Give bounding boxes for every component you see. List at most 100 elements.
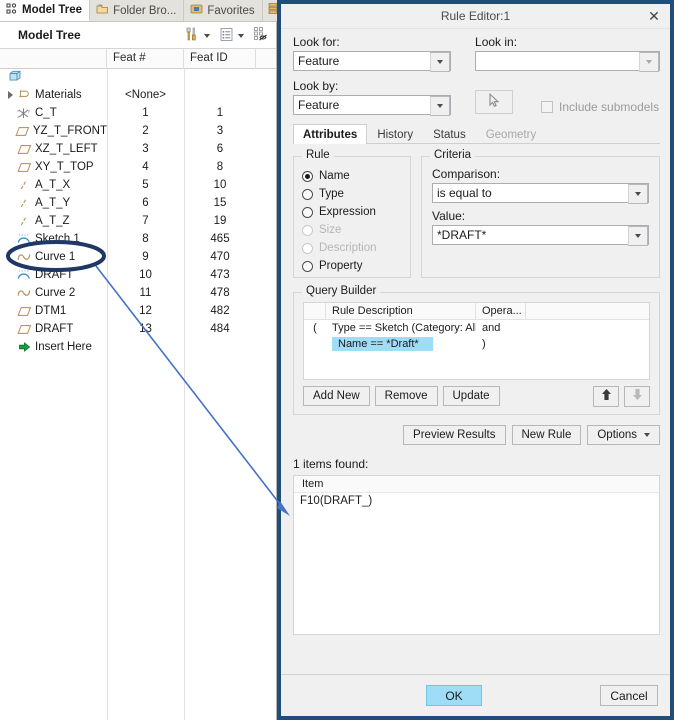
look-for-dropdown-button[interactable]	[430, 52, 451, 72]
model-tree-row-name[interactable]: XZ_T_LEFT	[0, 143, 107, 155]
model-tree-row[interactable]: DRAFT 13 484	[0, 320, 276, 338]
folder-browser-icon	[96, 3, 109, 18]
tab-model-tree[interactable]: Model Tree	[0, 0, 91, 21]
model-tree-row-name[interactable]: Sketch 1	[0, 233, 107, 245]
tab-attributes[interactable]: Attributes	[293, 124, 368, 144]
dialog-titlebar[interactable]: Rule Editor:1 ✕	[281, 4, 670, 29]
look-for-combo[interactable]: Feature	[293, 51, 452, 72]
look-in-combo[interactable]	[475, 51, 660, 72]
include-submodels-checkbox[interactable]	[541, 101, 554, 113]
results-row[interactable]: F10(DRAFT_)	[294, 493, 659, 507]
query-builder-row[interactable]: (Type == Sketch (Category: All) and	[304, 320, 649, 336]
model-tree-row-name[interactable]: DRAFT	[0, 269, 107, 281]
move-down-button[interactable]	[624, 385, 650, 407]
model-tree-row-name[interactable]: Materials	[0, 89, 107, 102]
model-tree-row-name[interactable]: Insert Here	[0, 341, 107, 353]
tab-status[interactable]: Status	[423, 124, 476, 144]
pick-selection-button[interactable]	[475, 90, 514, 114]
query-builder-table[interactable]: Rule Description Opera... (Type == Sketc…	[303, 302, 650, 380]
model-tree-row[interactable]: YZ_T_FRONT 2 3	[0, 122, 276, 140]
model-root-node[interactable]	[0, 69, 276, 86]
chevron-down-icon	[646, 60, 652, 64]
preview-results-button[interactable]: Preview Results	[403, 425, 506, 445]
look-in-dropdown-button[interactable]	[639, 52, 659, 72]
model-tree-row-name[interactable]: A_T_Z	[0, 215, 107, 227]
qb-row-paren: (	[313, 322, 317, 334]
model-tree-row-name[interactable]: YZ_T_FRONT	[0, 125, 107, 137]
model-tree-row[interactable]: A_T_Y 6 15	[0, 194, 276, 212]
query-builder-row[interactable]: Name == *Draft*)	[304, 336, 649, 352]
model-tree-row[interactable]: Materials <None>	[0, 86, 276, 104]
rule-option-type[interactable]: Type	[302, 185, 410, 203]
model-tree-row[interactable]: DRAFT 10 473	[0, 266, 276, 284]
results-column-header: Item	[294, 476, 659, 493]
tab-favorites[interactable]: Favorites	[184, 0, 263, 21]
column-header-feat-id[interactable]: Feat ID	[184, 48, 256, 69]
model-tree-row[interactable]: Curve 1 9 470	[0, 248, 276, 266]
model-tree-row[interactable]: XZ_T_LEFT 3 6	[0, 140, 276, 158]
tab-history[interactable]: History	[367, 124, 423, 144]
look-for-value: Feature	[298, 54, 340, 68]
model-tree-row-feat-num: 6	[142, 197, 149, 209]
model-tree-row[interactable]: A_T_X 5 10	[0, 176, 276, 194]
qb-column-rule-description[interactable]: Rule Description	[326, 303, 476, 319]
radio-button[interactable]	[302, 206, 313, 218]
update-button[interactable]: Update	[442, 386, 500, 406]
ok-button[interactable]: OK	[426, 685, 482, 706]
model-tree-row[interactable]: DTM1 12 482	[0, 302, 276, 320]
rule-option-expression[interactable]: Expression	[302, 203, 410, 221]
comparison-combo[interactable]: is equal to	[432, 183, 649, 204]
column-header-feat-num[interactable]: Feat #	[107, 48, 184, 69]
settings-tools-button[interactable]	[182, 25, 215, 46]
svg-text:x: x	[17, 108, 19, 113]
model-tree-row-name[interactable]: Curve 1	[0, 251, 107, 263]
model-tree-toolbar	[182, 22, 272, 49]
model-tree-row[interactable]: Curve 2 11 478	[0, 284, 276, 302]
radio-button[interactable]	[302, 260, 313, 272]
column-header-extra[interactable]	[256, 49, 276, 69]
model-tree-row-name[interactable]: Curve 2	[0, 287, 107, 299]
add-new-button[interactable]: Add New	[303, 386, 370, 406]
tree-filters-button[interactable]	[217, 26, 249, 46]
radio-button[interactable]	[302, 188, 313, 200]
rule-options-list: Name Type Expression Size Description Propert…	[302, 167, 410, 275]
new-rule-button[interactable]: New Rule	[511, 425, 582, 445]
model-tree-row[interactable]: Insert Here	[0, 338, 276, 356]
close-icon[interactable]: ✕	[644, 7, 664, 25]
radio-button[interactable]	[302, 170, 313, 182]
model-tree-row-name[interactable]: XY_T_TOP	[0, 161, 107, 173]
model-tree-row-feat-id: 1	[216, 107, 224, 119]
include-submodels-row[interactable]: Include submodels	[541, 100, 659, 114]
qb-row-operator: )	[482, 338, 486, 350]
qb-column-operator[interactable]: Opera...	[476, 303, 526, 319]
reorder-buttons	[593, 385, 650, 407]
results-list[interactable]: Item F10(DRAFT_)	[293, 475, 660, 635]
model-tree-row[interactable]: XY_T_TOP 4 8	[0, 158, 276, 176]
expand-arrow-icon[interactable]	[4, 91, 16, 99]
column-header-name[interactable]	[0, 48, 107, 69]
value-combo[interactable]: *DRAFT*	[432, 225, 649, 246]
move-up-button[interactable]	[593, 385, 619, 407]
rule-option-name[interactable]: Name	[302, 167, 410, 185]
value-dropdown-button[interactable]	[628, 226, 648, 246]
rule-option-property[interactable]: Property	[302, 257, 410, 275]
options-button[interactable]: Options	[587, 425, 660, 445]
cancel-button[interactable]: Cancel	[600, 685, 658, 706]
model-tree-row[interactable]: A_T_Z 7 19	[0, 212, 276, 230]
model-tree-row-name[interactable]: DRAFT	[0, 323, 107, 335]
comparison-dropdown-button[interactable]	[628, 184, 648, 204]
model-tree-row-name[interactable]: DTM1	[0, 305, 107, 317]
model-tree-row[interactable]: x z y C_T 1 1	[0, 104, 276, 122]
model-tree-row-name[interactable]: A_T_X	[0, 179, 107, 191]
model-tree-row-feat-num: <None>	[125, 89, 166, 101]
remove-button[interactable]: Remove	[374, 386, 438, 406]
model-tree-row-name[interactable]: x z y C_T	[0, 107, 107, 120]
rule-group-legend: Rule	[302, 149, 334, 161]
tab-folder-browser[interactable]: Folder Bro...	[90, 0, 185, 21]
model-tree-row-name[interactable]: A_T_Y	[0, 197, 107, 209]
model-tree-row[interactable]: Sketch 1 8 465	[0, 230, 276, 248]
show-hide-button[interactable]	[251, 25, 272, 46]
look-by-dropdown-button[interactable]	[430, 96, 451, 116]
look-by-combo[interactable]: Feature	[293, 95, 452, 116]
look-for-label: Look for:	[293, 35, 340, 49]
